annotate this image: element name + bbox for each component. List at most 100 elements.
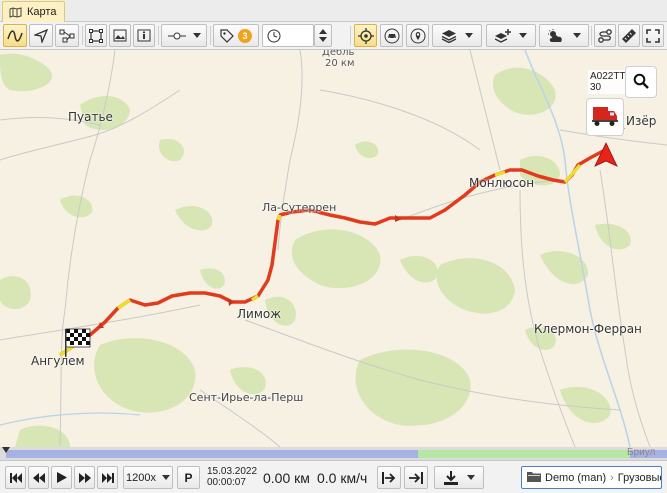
parking-toggle-button[interactable]: P: [177, 466, 200, 489]
toolbar-separator: [591, 26, 592, 45]
car-icon: [384, 28, 400, 44]
map-toolbar: 3: [0, 22, 667, 50]
folder-icon: [527, 471, 541, 485]
toolbar-separator: [210, 26, 211, 45]
route-tool-button[interactable]: [55, 24, 79, 47]
timeline-segment-motion: [6, 450, 418, 458]
rewind-button[interactable]: [28, 466, 49, 489]
fast-forward-icon: [78, 472, 91, 483]
speed-value: 0.0 км/ч: [317, 470, 368, 486]
vehicle-plate: A022TT: [590, 71, 626, 82]
arrow-bar-right-icon: [382, 471, 396, 484]
chevron-down-icon: [573, 33, 581, 38]
skip-to-start-button[interactable]: [5, 466, 26, 489]
playback-bar: 1200x P 15.03.2022 00:00:07 0.00 км 0.0 …: [0, 460, 667, 493]
group-owner: Demo (man): [545, 471, 607, 484]
route-nodes-icon: [59, 29, 75, 43]
map-label-angulem: Ангулем: [31, 354, 85, 368]
add-layer-icon: [495, 28, 511, 43]
fast-forward-button[interactable]: [74, 466, 95, 489]
fullscreen-button[interactable]: [642, 24, 664, 47]
play-button[interactable]: [51, 466, 72, 489]
tab-label: Карта: [27, 6, 57, 18]
layers-icon: [441, 29, 457, 43]
map-view[interactable]: Пуатье Дебль 20 км Изёр Монлюсон Ла-Суте…: [0, 50, 667, 447]
vehicle-marker[interactable]: [586, 98, 624, 136]
image-button[interactable]: [109, 24, 131, 47]
chevron-down-icon: [519, 33, 527, 38]
skip-to-end-button[interactable]: [97, 466, 118, 489]
toolbar-separator: [158, 26, 159, 45]
image-icon: [113, 29, 127, 42]
timeline-bar[interactable]: Бриул: [0, 447, 667, 460]
line-style-dropdown[interactable]: [161, 24, 207, 47]
measure-button[interactable]: [618, 24, 640, 47]
clock-icon: [267, 29, 281, 43]
map-label-sent-irye: Сент-Ирье-ла-Перш: [189, 391, 304, 404]
object-group-selector[interactable]: Demo (man) › Грузовые: [521, 466, 662, 489]
playback-speed-value: 1200x: [126, 471, 156, 484]
chevron-right-icon: ›: [610, 471, 614, 484]
tags-count-badge: 3: [238, 28, 252, 43]
line-point-icon: [167, 31, 186, 41]
map-label-limozh: Лимож: [237, 307, 282, 321]
down-arrow-icon[interactable]: [319, 37, 327, 42]
add-layer-dropdown[interactable]: [486, 24, 536, 47]
search-icon: [633, 73, 649, 92]
tab-map[interactable]: Карта: [2, 1, 66, 22]
weather-dropdown[interactable]: [539, 24, 589, 47]
map-search-button[interactable]: [625, 66, 657, 98]
toolbar-separator: [82, 26, 83, 45]
map-label-izer: Изёр: [626, 114, 657, 128]
playback-time: 00:00:07: [207, 477, 246, 488]
route-icon: [597, 28, 613, 44]
map-label-debl: Дебль: [322, 50, 355, 58]
weather-icon: [547, 28, 565, 43]
truck-icon: [591, 104, 619, 131]
distance-value: 0.00 км: [263, 470, 310, 486]
skip-start-icon: [9, 472, 22, 483]
chevron-down-icon: [161, 475, 170, 480]
jump-to-end-button[interactable]: [404, 466, 428, 489]
vehicle-button[interactable]: [380, 24, 403, 47]
select-area-button[interactable]: [85, 24, 107, 47]
map-label-klermon: Клермон-Ферран: [534, 322, 642, 336]
timeline-cursor[interactable]: [2, 447, 10, 453]
track-tool-button[interactable]: [3, 24, 27, 47]
select-area-icon: [89, 28, 103, 43]
tags-filter-button[interactable]: 3: [213, 24, 259, 47]
curve-icon: [7, 29, 23, 43]
follow-button[interactable]: [354, 24, 377, 47]
parking-label: P: [184, 470, 193, 485]
location-pin-icon: [410, 28, 426, 44]
geofence-button[interactable]: [406, 24, 429, 47]
info-button[interactable]: [133, 24, 155, 47]
vehicle-sub: 30: [590, 82, 602, 93]
rewind-icon: [32, 472, 45, 483]
play-icon: [56, 472, 67, 483]
jump-to-start-button[interactable]: [377, 466, 401, 489]
crosshair-icon: [357, 27, 374, 44]
chevron-down-icon: [465, 33, 473, 38]
layers-dropdown[interactable]: [432, 24, 482, 47]
tag-icon: [220, 28, 234, 43]
group-name: Грузовые: [617, 471, 662, 484]
map-label-la-suterren: Ла-Сутеррен: [262, 201, 337, 214]
up-arrow-icon[interactable]: [319, 29, 327, 34]
playback-speed-select[interactable]: 1200x: [123, 466, 173, 489]
download-icon: [443, 470, 458, 485]
map-label-monlyuson: Монлюсон: [469, 176, 535, 190]
tab-bar: Карта: [0, 0, 667, 22]
route-planner-button[interactable]: [594, 24, 616, 47]
map-icon: [9, 6, 22, 18]
arrow-to-bar-icon: [409, 471, 423, 484]
chevron-down-icon: [192, 33, 201, 38]
chevron-down-icon: [466, 475, 475, 480]
navigate-tool-button[interactable]: [29, 24, 53, 47]
navigation-arrow-icon: [34, 28, 48, 43]
export-dropdown[interactable]: [434, 466, 484, 489]
vehicle-label: A022TT 30: [588, 70, 628, 94]
time-field[interactable]: [262, 24, 314, 47]
timeline-right-label: Бриул: [627, 447, 656, 458]
time-stepper[interactable]: [314, 24, 332, 47]
